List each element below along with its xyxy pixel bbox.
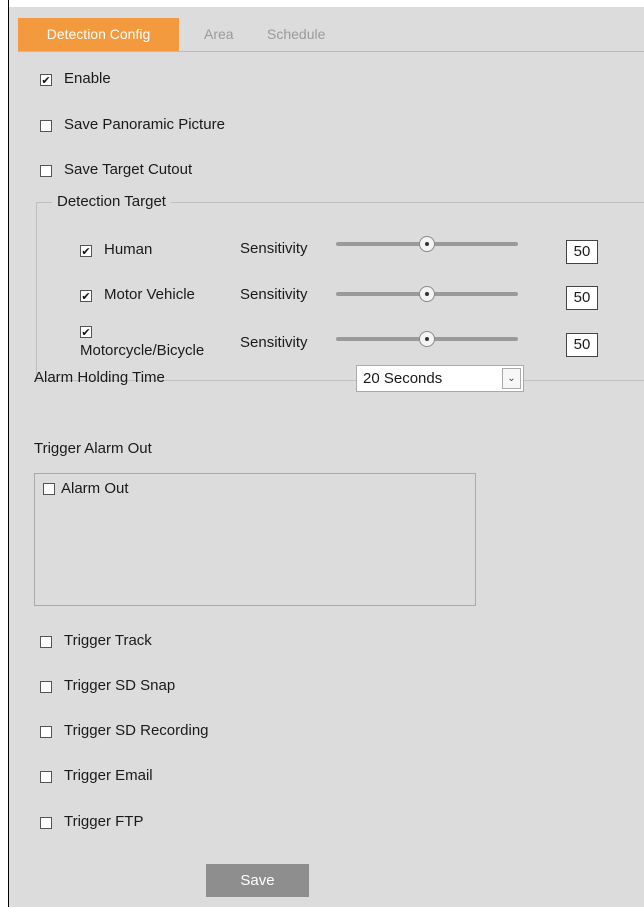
trigger-email-checkbox[interactable] (40, 771, 52, 783)
enable-label: Enable (64, 70, 111, 87)
alarm-holding-label: Alarm Holding Time (34, 369, 165, 386)
tab-detection-config[interactable]: Detection Config (18, 18, 179, 51)
enable-checkbox[interactable] (40, 74, 52, 86)
trigger-track-label: Trigger Track (64, 632, 152, 649)
trigger-ftp-label: Trigger FTP (64, 813, 144, 830)
trigger-sd-recording-label: Trigger SD Recording (64, 722, 209, 739)
motor-vehicle-sensitivity-value[interactable]: 50 (566, 286, 598, 310)
tab-bar: Detection Config Area Schedule (18, 18, 644, 52)
alarm-out-label: Alarm Out (61, 480, 129, 497)
save-button[interactable]: Save (206, 864, 309, 897)
alarm-out-checkbox[interactable] (43, 483, 55, 495)
save-panoramic-checkbox[interactable] (40, 120, 52, 132)
motor-vehicle-label: Motor Vehicle (104, 286, 195, 303)
human-sensitivity-value[interactable]: 50 (566, 240, 598, 264)
motorcycle-label: Motorcycle/Bicycle (80, 342, 205, 359)
tab-schedule[interactable]: Schedule (267, 18, 325, 51)
motorcycle-slider-handle[interactable] (419, 331, 435, 347)
trigger-email-label: Trigger Email (64, 767, 153, 784)
trigger-track-checkbox[interactable] (40, 636, 52, 648)
trigger-sd-recording-checkbox[interactable] (40, 726, 52, 738)
human-checkbox[interactable] (80, 245, 92, 257)
alarm-holding-value: 20 Seconds (363, 370, 443, 387)
trigger-ftp-checkbox[interactable] (40, 817, 52, 829)
human-sensitivity-label: Sensitivity (240, 240, 308, 257)
motorcycle-sensitivity-value[interactable]: 50 (566, 333, 598, 357)
tab-area[interactable]: Area (204, 18, 234, 51)
save-cutout-label: Save Target Cutout (64, 161, 193, 178)
human-label: Human (104, 241, 153, 258)
trigger-sd-snap-label: Trigger SD Snap (64, 677, 176, 694)
save-cutout-checkbox[interactable] (40, 165, 52, 177)
motorcycle-checkbox[interactable] (80, 326, 92, 338)
motorcycle-sensitivity-label: Sensitivity (240, 334, 308, 351)
alarm-holding-select[interactable]: 20 Seconds ⌄ (356, 365, 524, 392)
trigger-alarm-out-label: Trigger Alarm Out (34, 440, 152, 457)
alarm-out-list: Alarm Out (34, 473, 476, 606)
save-panoramic-label: Save Panoramic Picture (64, 116, 225, 133)
chevron-down-icon[interactable]: ⌄ (502, 368, 521, 389)
detection-target-legend: Detection Target (52, 193, 171, 210)
motor-vehicle-slider-handle[interactable] (419, 286, 435, 302)
motor-vehicle-checkbox[interactable] (80, 290, 92, 302)
trigger-sd-snap-checkbox[interactable] (40, 681, 52, 693)
motor-vehicle-sensitivity-label: Sensitivity (240, 286, 308, 303)
human-slider-handle[interactable] (419, 236, 435, 252)
